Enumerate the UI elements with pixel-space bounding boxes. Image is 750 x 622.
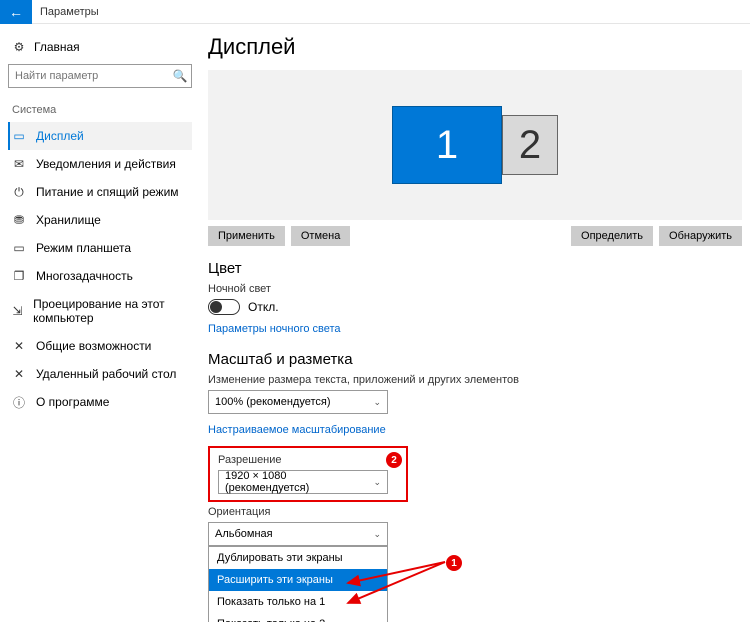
- sidebar-item-display[interactable]: ▭ Дисплей: [8, 122, 192, 150]
- text-size-label: Изменение размера текста, приложений и д…: [208, 374, 742, 386]
- sidebar-item-label: Многозадачность: [36, 269, 133, 283]
- arrow-left-icon: ←: [9, 4, 23, 20]
- notif-icon: ✉: [12, 157, 26, 171]
- sidebar-item-label: Уведомления и действия: [36, 157, 176, 171]
- sidebar-home[interactable]: ⚙ Главная: [8, 34, 192, 64]
- night-light-toggle[interactable]: [208, 299, 240, 315]
- sidebar-item-label: Хранилище: [36, 213, 101, 227]
- resolution-value: 1920 × 1080 (рекомендуется): [225, 470, 373, 494]
- chevron-down-icon: ⌄: [373, 477, 381, 488]
- sidebar-item-multitask[interactable]: ❐ Многозадачность: [8, 262, 192, 290]
- cancel-button[interactable]: Отмена: [291, 226, 350, 246]
- back-button[interactable]: ←: [0, 0, 32, 24]
- dropdown-option-only1[interactable]: Показать только на 1: [209, 591, 387, 613]
- resolution-label: Разрешение: [218, 454, 398, 466]
- orientation-value: Альбомная: [215, 528, 273, 540]
- content: Дисплей 1 2 Применить Отмена Определить …: [200, 24, 750, 622]
- page-title: Дисплей: [208, 34, 742, 60]
- project-icon: ⇲: [12, 304, 23, 318]
- sidebar-item-shared[interactable]: ✕ Общие возможности: [8, 332, 192, 360]
- resolution-select[interactable]: 1920 × 1080 (рекомендуется) ⌄: [218, 470, 388, 494]
- display-preview: 1 2: [208, 70, 742, 220]
- gear-icon: ⚙: [12, 40, 26, 54]
- monitor-2[interactable]: 2: [502, 115, 558, 175]
- display-icon: ▭: [12, 129, 26, 143]
- sidebar-item-label: Удаленный рабочий стол: [36, 367, 176, 381]
- dropdown-option-extend[interactable]: Расширить эти экраны: [209, 569, 387, 591]
- text-size-value: 100% (рекомендуется): [215, 396, 330, 408]
- sidebar-item-power[interactable]: ⏻ Питание и спящий режим: [8, 178, 192, 206]
- sidebar-item-label: О программе: [36, 395, 109, 409]
- about-icon: ⓘ: [12, 395, 26, 409]
- sidebar-item-about[interactable]: ⓘ О программе: [8, 388, 192, 416]
- chevron-down-icon: ⌄: [373, 397, 381, 408]
- chevron-down-icon: ⌄: [373, 529, 381, 540]
- sidebar-section-label: Система: [8, 100, 192, 122]
- sidebar-home-label: Главная: [34, 40, 80, 54]
- window-title: Параметры: [40, 6, 99, 18]
- sidebar-item-label: Проецирование на этот компьютер: [33, 297, 188, 325]
- annotation-badge-2: 2: [386, 452, 402, 468]
- night-light-settings-link[interactable]: Параметры ночного света: [208, 323, 341, 335]
- sidebar-item-label: Дисплей: [36, 129, 84, 143]
- sidebar-item-remote[interactable]: ✕ Удаленный рабочий стол: [8, 360, 192, 388]
- search-icon: 🔍: [169, 69, 191, 83]
- multitask-icon: ❐: [12, 269, 26, 283]
- storage-icon: ⛃: [12, 213, 26, 227]
- sidebar-item-storage[interactable]: ⛃ Хранилище: [8, 206, 192, 234]
- tablet-icon: ▭: [12, 241, 26, 255]
- sidebar-item-label: Общие возможности: [36, 339, 151, 353]
- detect-button[interactable]: Обнаружить: [659, 226, 742, 246]
- power-icon: ⏻: [12, 185, 26, 199]
- search-input[interactable]: [9, 70, 169, 82]
- orientation-select[interactable]: Альбомная ⌄: [208, 522, 388, 546]
- dropdown-option-only2[interactable]: Показать только на 2: [209, 613, 387, 622]
- custom-scaling-link[interactable]: Настраиваемое масштабирование: [208, 424, 386, 436]
- resolution-highlight: 2 Разрешение 1920 × 1080 (рекомендуется)…: [208, 446, 408, 502]
- text-size-select[interactable]: 100% (рекомендуется) ⌄: [208, 390, 388, 414]
- orientation-label: Ориентация: [208, 506, 742, 518]
- sidebar-item-label: Режим планшета: [36, 241, 131, 255]
- titlebar: ← Параметры: [0, 0, 750, 24]
- monitor-1[interactable]: 1: [392, 106, 502, 184]
- shared-icon: ✕: [12, 339, 26, 353]
- remote-icon: ✕: [12, 367, 26, 381]
- night-light-label: Ночной свет: [208, 283, 742, 295]
- sidebar-item-projecting[interactable]: ⇲ Проецирование на этот компьютер: [8, 290, 192, 332]
- dropdown-option-duplicate[interactable]: Дублировать эти экраны: [209, 547, 387, 569]
- sidebar: ⚙ Главная 🔍 Система ▭ Дисплей ✉ Уведомле…: [0, 24, 200, 622]
- annotation-badge-1: 1: [446, 555, 462, 571]
- search-box[interactable]: 🔍: [8, 64, 192, 88]
- apply-button[interactable]: Применить: [208, 226, 285, 246]
- preview-buttons: Применить Отмена Определить Обнаружить: [208, 226, 742, 246]
- section-color: Цвет: [208, 260, 742, 277]
- sidebar-item-notifications[interactable]: ✉ Уведомления и действия: [8, 150, 192, 178]
- sidebar-item-label: Питание и спящий режим: [36, 185, 179, 199]
- section-scale: Масштаб и разметка: [208, 351, 742, 368]
- identify-button[interactable]: Определить: [571, 226, 653, 246]
- night-light-state: Откл.: [248, 300, 279, 314]
- multi-display-dropdown: Дублировать эти экраны Расширить эти экр…: [208, 546, 388, 622]
- sidebar-item-tablet[interactable]: ▭ Режим планшета: [8, 234, 192, 262]
